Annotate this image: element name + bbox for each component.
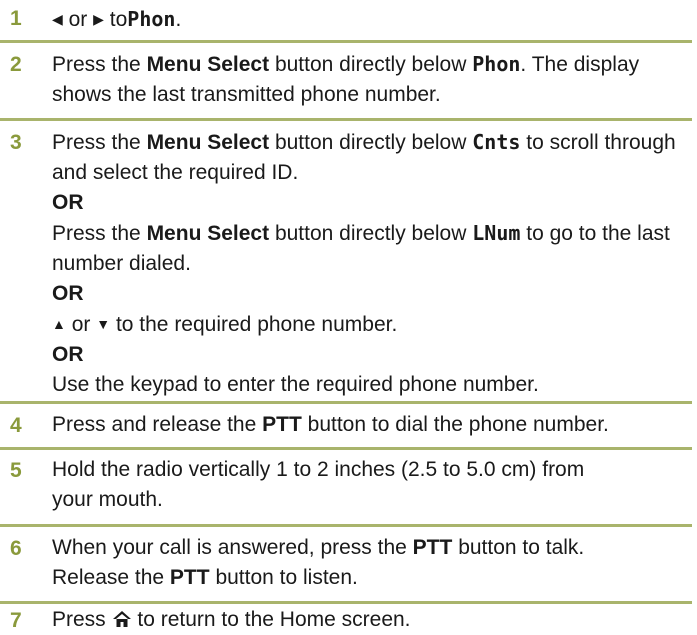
right-arrow-icon: ▶ <box>93 11 104 27</box>
step-number: 6 <box>10 537 22 560</box>
menu-label: Phon <box>472 52 521 76</box>
menu-select-label: Menu Select <box>146 53 270 76</box>
divider <box>0 601 692 604</box>
divider <box>0 524 692 527</box>
divider <box>0 447 692 450</box>
left-arrow-icon: ◀ <box>52 11 63 27</box>
down-arrow-icon: ▼ <box>96 316 111 332</box>
step-number: 1 <box>10 7 22 30</box>
step-text: Press the Menu Select button directly be… <box>52 52 640 106</box>
step-text: Hold the radio vertically 1 to 2 inches … <box>52 458 585 511</box>
home-icon <box>112 608 138 631</box>
menu-label: Cnts <box>472 130 521 154</box>
step-text: ◀ or ▶ toPhon. <box>52 7 182 31</box>
step-text: When your call is answered, press the PT… <box>52 536 585 589</box>
step-text: Press to return to the Home screen. <box>52 608 411 631</box>
menu-label: LNum <box>472 221 521 245</box>
or-separator: OR <box>52 282 84 305</box>
divider <box>0 40 692 43</box>
option-cnts: Press the Menu Select button directly be… <box>52 130 676 184</box>
or-separator: OR <box>52 343 84 366</box>
step-number: 3 <box>10 131 22 154</box>
up-arrow-icon: ▲ <box>52 316 66 332</box>
step-text: Press and release the PTT button to dial… <box>52 413 609 436</box>
menu-label: Phon <box>127 7 176 31</box>
ptt-label: PTT <box>169 566 210 589</box>
option-arrows: ▲ or ▼ to the required phone number. <box>52 313 398 336</box>
step-number: 7 <box>10 609 22 632</box>
step-number: 2 <box>10 53 22 76</box>
ptt-label: PTT <box>412 536 453 559</box>
step-number: 5 <box>10 459 22 482</box>
option-lnum: Press the Menu Select button directly be… <box>52 221 670 275</box>
or-separator: OR <box>52 191 84 214</box>
step-text: Press the Menu Select button directly be… <box>52 127 692 400</box>
option-keypad: Use the keypad to enter the required pho… <box>52 373 539 396</box>
ptt-label: PTT <box>262 413 302 436</box>
divider <box>0 118 692 121</box>
step-number: 4 <box>10 414 22 437</box>
divider <box>0 401 692 404</box>
